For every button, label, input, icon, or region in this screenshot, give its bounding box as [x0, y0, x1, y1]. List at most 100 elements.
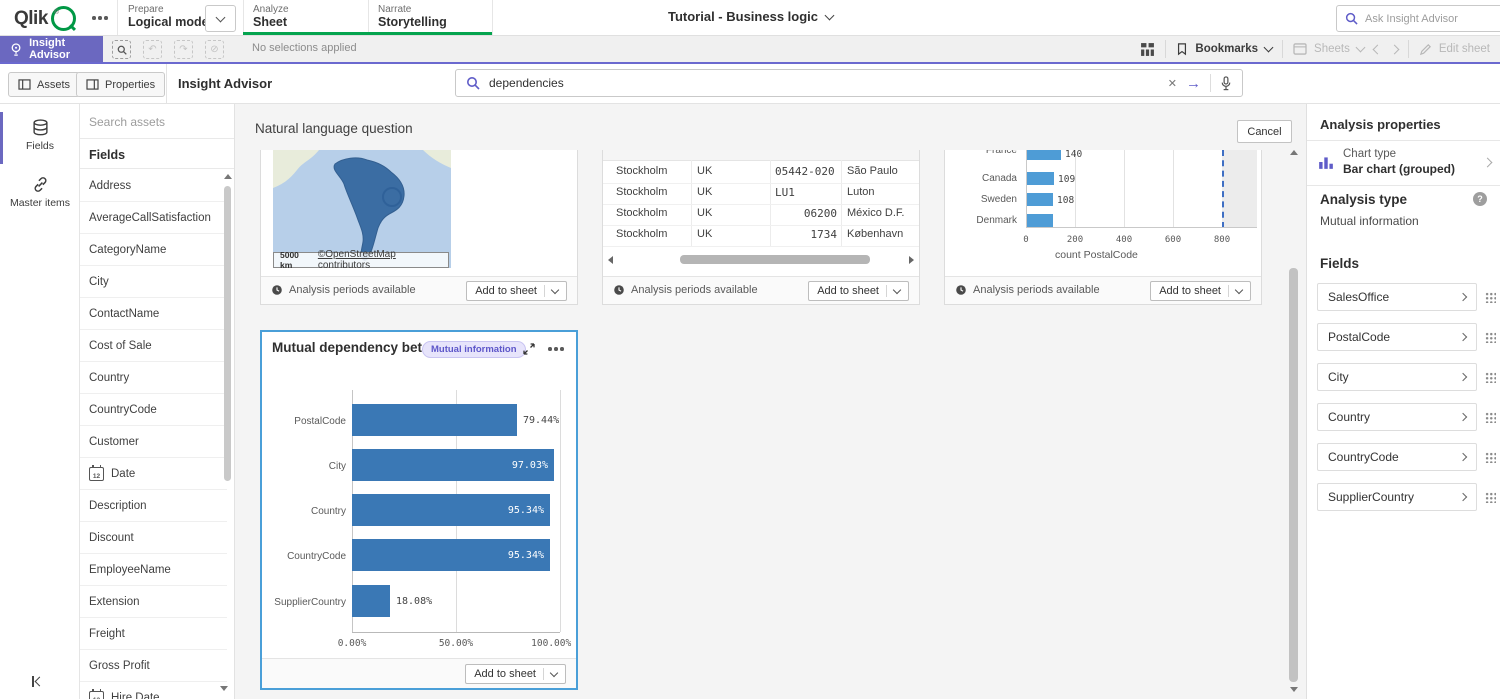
drag-handle-icon[interactable]	[1485, 452, 1496, 463]
bar[interactable]	[1027, 172, 1054, 185]
drag-handle-icon[interactable]	[1485, 332, 1496, 343]
bar-chart-card[interactable]: France 140 Canada 109 Sweden 108 Denmark…	[944, 150, 1262, 305]
tab-prepare[interactable]: Prepare Logical model	[128, 4, 212, 29]
chart-toggle-grid-icon[interactable]	[1140, 42, 1155, 57]
field-item[interactable]: Gross Profit	[80, 650, 227, 682]
bookmarks-label: Bookmarks	[1195, 43, 1258, 55]
map-visualization[interactable]: 5000 km ©OpenStreetMap contributors	[273, 150, 451, 268]
scroll-left-icon[interactable]	[608, 256, 613, 264]
table-row[interactable]: Stockholm UK 1734 København	[603, 225, 919, 247]
field-item[interactable]: CountryCode	[80, 394, 227, 426]
field-pill[interactable]: SalesOffice	[1317, 283, 1477, 311]
ask-insight-advisor-input[interactable]: Ask Insight Advisor	[1336, 5, 1500, 32]
chevron-down-icon	[893, 285, 901, 293]
properties-tab-button[interactable]: Properties	[76, 72, 165, 97]
drag-handle-icon[interactable]	[1485, 292, 1496, 303]
scroll-down-icon[interactable]	[1290, 687, 1298, 692]
mutual-dependency-chart-card[interactable]: Mutual dependency bet... Mutual informat…	[260, 330, 578, 690]
add-to-sheet-button[interactable]: Add to sheet	[808, 281, 909, 301]
bar[interactable]	[1027, 193, 1053, 206]
field-label: Gross Profit	[89, 660, 150, 672]
more-menu-icon[interactable]	[92, 16, 96, 20]
cell-city2: København	[847, 228, 903, 240]
chart-type-row[interactable]: Chart type Bar chart (grouped)	[1307, 140, 1500, 186]
field-item[interactable]: Address	[80, 170, 227, 202]
rail-fields-item[interactable]: Fields	[0, 110, 80, 159]
bar[interactable]	[1027, 150, 1061, 160]
cancel-button[interactable]: Cancel	[1237, 120, 1292, 143]
osm-attribution-link[interactable]: ©OpenStreetMap contributors	[318, 249, 444, 268]
field-item[interactable]: CategoryName	[80, 234, 227, 266]
app-title-menu[interactable]: Tutorial - Business logic	[668, 9, 833, 24]
bookmarks-button[interactable]: Bookmarks	[1176, 42, 1272, 56]
field-pill[interactable]: CountryCode	[1317, 443, 1477, 471]
button-separator	[543, 668, 544, 680]
search-selections-icon[interactable]	[112, 40, 131, 59]
clear-search-icon[interactable]: ✕	[1168, 77, 1177, 90]
field-item[interactable]: Description	[80, 490, 227, 522]
target-dashed-line	[1222, 150, 1224, 228]
scrollbar-thumb[interactable]	[680, 255, 870, 264]
field-pill[interactable]: City	[1317, 363, 1477, 391]
table-chart-card[interactable]: Stockholm UK 05442-020 São Paulo Stockho…	[602, 150, 920, 305]
field-pill[interactable]: SupplierCountry	[1317, 483, 1477, 511]
microphone-icon[interactable]	[1220, 76, 1232, 91]
field-item[interactable]: Extension	[80, 586, 227, 618]
nlq-search-bar[interactable]: dependencies ✕ →	[455, 69, 1243, 97]
submit-search-icon[interactable]: →	[1186, 75, 1201, 92]
drag-handle-icon[interactable]	[1485, 412, 1496, 423]
field-item[interactable]: AverageCallSatisfaction	[80, 202, 227, 234]
gridline	[1124, 150, 1125, 228]
field-item[interactable]: 12Date	[80, 458, 227, 490]
collapse-panel-icon[interactable]	[32, 676, 43, 687]
table-row[interactable]: Stockholm UK 06200 México D.F.	[603, 204, 919, 226]
search-assets-input[interactable]: Search assets	[89, 115, 165, 129]
expand-icon[interactable]	[522, 342, 536, 356]
field-pill[interactable]: PostalCode	[1317, 323, 1477, 351]
scroll-up-icon[interactable]	[224, 174, 232, 179]
tab-narrate-label: Storytelling	[378, 15, 447, 29]
chevron-down-icon	[216, 12, 226, 22]
scroll-up-icon[interactable]	[1290, 150, 1298, 155]
tab-analyze[interactable]: Analyze Sheet	[253, 4, 289, 29]
field-item[interactable]: Freight	[80, 618, 227, 650]
rail-master-items[interactable]: Master items	[0, 167, 80, 216]
assets-scrollbar[interactable]	[224, 174, 231, 574]
bar[interactable]	[1027, 214, 1053, 227]
add-to-sheet-label: Add to sheet	[817, 285, 879, 297]
add-to-sheet-button[interactable]: Add to sheet	[465, 664, 566, 684]
field-item[interactable]: Customer	[80, 426, 227, 458]
field-item[interactable]: ContactName	[80, 298, 227, 330]
tab-narrate[interactable]: Narrate Storytelling	[378, 4, 447, 29]
field-item[interactable]: 12Hire Date	[80, 682, 227, 699]
add-to-sheet-button[interactable]: Add to sheet	[1150, 281, 1251, 301]
cell-postalcode: LU1	[775, 186, 795, 199]
table-row[interactable]: Stockholm UK 05442-020 São Paulo	[603, 162, 919, 184]
help-icon[interactable]	[1473, 192, 1487, 206]
field-item[interactable]: Discount	[80, 522, 227, 554]
bar[interactable]	[352, 404, 517, 436]
scrollbar-thumb[interactable]	[224, 186, 231, 481]
map-chart-card[interactable]: 5000 km ©OpenStreetMap contributors Anal…	[260, 150, 578, 305]
bar[interactable]	[352, 585, 390, 617]
assets-tab-button[interactable]: Assets	[8, 72, 80, 97]
scroll-down-icon[interactable]	[220, 686, 228, 691]
drag-handle-icon[interactable]	[1485, 492, 1496, 503]
analysis-periods-label: Analysis periods available	[289, 284, 416, 296]
field-item[interactable]: Country	[80, 362, 227, 394]
chart-options-icon[interactable]	[548, 347, 552, 351]
field-pill[interactable]: Country	[1317, 403, 1477, 431]
field-item[interactable]: EmployeeName	[80, 554, 227, 586]
prepare-dropdown-button[interactable]	[205, 5, 236, 32]
table-row[interactable]: Stockholm UK LU1 Luton	[603, 183, 919, 205]
insight-advisor-button[interactable]: Insight Advisor	[0, 36, 103, 62]
main-scrollbar-thumb[interactable]	[1289, 268, 1298, 682]
drag-handle-icon[interactable]	[1485, 372, 1496, 383]
field-item[interactable]: City	[80, 266, 227, 298]
no-selections-text: No selections applied	[252, 42, 357, 54]
button-separator	[886, 285, 887, 297]
horizontal-scrollbar[interactable]	[603, 253, 919, 267]
field-item[interactable]: Cost of Sale	[80, 330, 227, 362]
add-to-sheet-button[interactable]: Add to sheet	[466, 281, 567, 301]
scroll-right-icon[interactable]	[909, 256, 914, 264]
